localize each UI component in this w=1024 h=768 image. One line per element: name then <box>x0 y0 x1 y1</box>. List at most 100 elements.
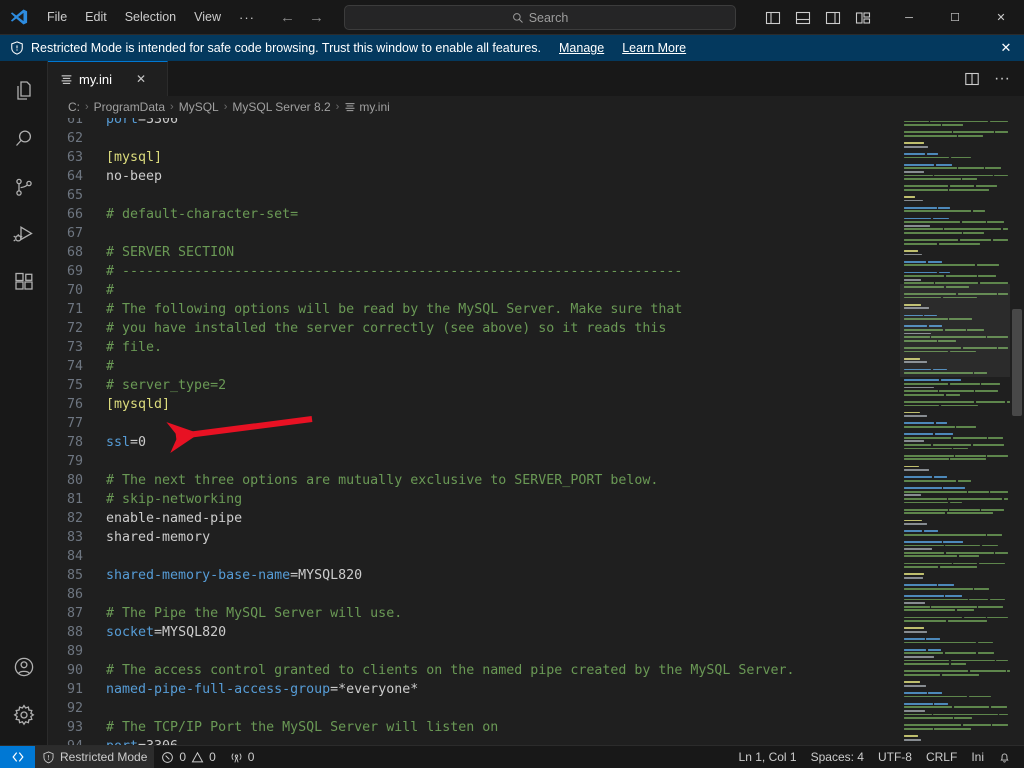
menu-edit[interactable]: Edit <box>77 6 115 28</box>
tab-my-ini[interactable]: my.ini ✕ <box>48 61 168 96</box>
code-line[interactable]: 72 # you have installed the server correc… <box>48 319 1024 338</box>
command-center-search[interactable]: Search <box>344 5 736 30</box>
menu-selection[interactable]: Selection <box>117 6 184 28</box>
activity-extensions[interactable] <box>0 259 48 307</box>
code-line[interactable]: 66 # default-character-set= <box>48 205 1024 224</box>
banner-manage-link[interactable]: Manage <box>559 41 604 55</box>
code-line[interactable]: 71 # The following options will be read b… <box>48 300 1024 319</box>
code-line[interactable]: 82 enable-named-pipe <box>48 509 1024 528</box>
minimap-segment <box>946 512 993 515</box>
cursor-position-status[interactable]: Ln 1, Col 1 <box>732 746 804 768</box>
toggle-primary-sidebar-button[interactable] <box>758 3 788 33</box>
code-line[interactable]: 80 # The next three options are mutually … <box>48 471 1024 490</box>
language-mode-status[interactable]: Ini <box>964 746 991 768</box>
code-line[interactable]: 65 <box>48 186 1024 205</box>
code-line[interactable]: 61 port=3306 <box>48 118 1024 129</box>
eol-status[interactable]: CRLF <box>919 746 964 768</box>
minimap-segment <box>904 325 928 328</box>
minimap-line <box>904 404 1010 407</box>
activity-source-control[interactable] <box>0 163 48 211</box>
breadcrumb-mysql-server[interactable]: MySQL Server 8.2 <box>232 100 330 114</box>
code-line[interactable]: 69 # ------------------------------------… <box>48 262 1024 281</box>
code-line[interactable]: 94port=3306 <box>48 737 1024 745</box>
window-minimize-button[interactable]: ─ <box>886 0 932 35</box>
code-line[interactable]: 70 # <box>48 281 1024 300</box>
breadcrumb-file[interactable]: my.ini <box>344 100 390 114</box>
code-line[interactable]: 74 # <box>48 357 1024 376</box>
code-line-text <box>104 186 1024 205</box>
indentation-status[interactable]: Spaces: 4 <box>804 746 871 768</box>
code-line[interactable]: 62 <box>48 129 1024 148</box>
code-line[interactable]: 73 # file. <box>48 338 1024 357</box>
ports-status[interactable]: 0 <box>223 746 262 768</box>
code-line[interactable]: 88 socket=MYSQL820 <box>48 623 1024 642</box>
minimap-line <box>904 174 1010 177</box>
code-line[interactable]: 64 no-beep <box>48 167 1024 186</box>
code-line[interactable]: 67 <box>48 224 1024 243</box>
activity-run-debug[interactable] <box>0 211 48 259</box>
remote-window-button[interactable] <box>0 745 35 768</box>
breadcrumb-programdata[interactable]: ProgramData <box>94 100 165 114</box>
activity-search[interactable] <box>0 115 48 163</box>
window-maximize-button[interactable]: ☐ <box>932 0 978 35</box>
editor-minimap[interactable] <box>900 118 1010 745</box>
problems-status[interactable]: 0 0 <box>154 746 222 768</box>
code-line[interactable]: 91 named-pipe-full-access-group=*everyone… <box>48 680 1024 699</box>
code-line[interactable]: 76 [mysqld] <box>48 395 1024 414</box>
code-line[interactable]: 90 # The access control granted to client… <box>48 661 1024 680</box>
banner-message: Restricted Mode is intended for safe cod… <box>31 41 541 55</box>
code-line[interactable]: 63 [mysql] <box>48 148 1024 167</box>
go-forward-icon[interactable]: → <box>309 10 324 25</box>
minimap-segment <box>904 594 944 597</box>
toggle-secondary-sidebar-button[interactable] <box>818 3 848 33</box>
banner-close-button[interactable]: ✕ <box>996 38 1016 58</box>
editor-vertical-scrollbar[interactable] <box>1010 118 1024 745</box>
minimap-line <box>904 429 1010 432</box>
window-close-button[interactable]: ✕ <box>978 0 1024 35</box>
activity-settings[interactable] <box>0 691 48 739</box>
code-line[interactable]: 83 shared-memory <box>48 528 1024 547</box>
minimap-line <box>904 271 1010 274</box>
restricted-mode-status[interactable]: Restricted Mode <box>35 745 155 768</box>
code-line[interactable]: 79 <box>48 452 1024 471</box>
activity-explorer[interactable] <box>0 67 48 115</box>
code-editor[interactable]: 61 port=3306 62 63 [mysql] 64 no-beep 65 66 # def… <box>48 118 1024 745</box>
tab-close-button[interactable]: ✕ <box>132 70 150 88</box>
code-line[interactable]: 78 ssl=0 <box>48 433 1024 452</box>
code-line[interactable]: 89 <box>48 642 1024 661</box>
code-line[interactable]: 86 <box>48 585 1024 604</box>
code-line[interactable]: 68 # SERVER SECTION <box>48 243 1024 262</box>
code-line[interactable]: 84 <box>48 547 1024 566</box>
go-back-icon[interactable]: ← <box>280 10 295 25</box>
menu-more[interactable]: ··· <box>231 6 263 28</box>
encoding-status[interactable]: UTF-8 <box>871 746 919 768</box>
minimap-line <box>904 188 1010 191</box>
code-line[interactable]: 93 # The TCP/IP Port the MySQL Server wil… <box>48 718 1024 737</box>
breadcrumb-drive[interactable]: C: <box>68 100 80 114</box>
minimap-segment <box>904 347 962 349</box>
code-line[interactable]: 75 # server_type=2 <box>48 376 1024 395</box>
minimap-line <box>904 368 1010 371</box>
code-line[interactable]: 85 shared-memory-base-name=MYSQL820 <box>48 566 1024 585</box>
minimap-line <box>904 508 1010 511</box>
minimap-segment <box>935 163 952 166</box>
breadcrumb-mysql[interactable]: MySQL <box>179 100 219 114</box>
menu-file[interactable]: File <box>39 6 75 28</box>
split-editor-right-button[interactable] <box>958 65 986 93</box>
code-line[interactable]: 77 <box>48 414 1024 433</box>
minimap-segment <box>944 228 1002 231</box>
menu-view[interactable]: View <box>186 6 229 28</box>
code-line[interactable]: 87 # The Pipe the MySQL Server will use. <box>48 604 1024 623</box>
minimap-segment <box>923 530 938 533</box>
code-line[interactable]: 81 # skip-networking <box>48 490 1024 509</box>
minimap-segment <box>995 131 1008 134</box>
toggle-panel-button[interactable] <box>788 3 818 33</box>
editor-group: my.ini ✕ ··· C: › ProgramData › MySQL › … <box>48 61 1024 745</box>
editor-more-actions-button[interactable]: ··· <box>988 65 1016 93</box>
banner-learn-more-link[interactable]: Learn More <box>622 41 686 55</box>
scrollbar-thumb[interactable] <box>1012 309 1022 416</box>
activity-accounts[interactable] <box>0 643 48 691</box>
customize-layout-button[interactable] <box>848 3 878 33</box>
notifications-bell-button[interactable] <box>991 746 1018 768</box>
code-line[interactable]: 92 <box>48 699 1024 718</box>
